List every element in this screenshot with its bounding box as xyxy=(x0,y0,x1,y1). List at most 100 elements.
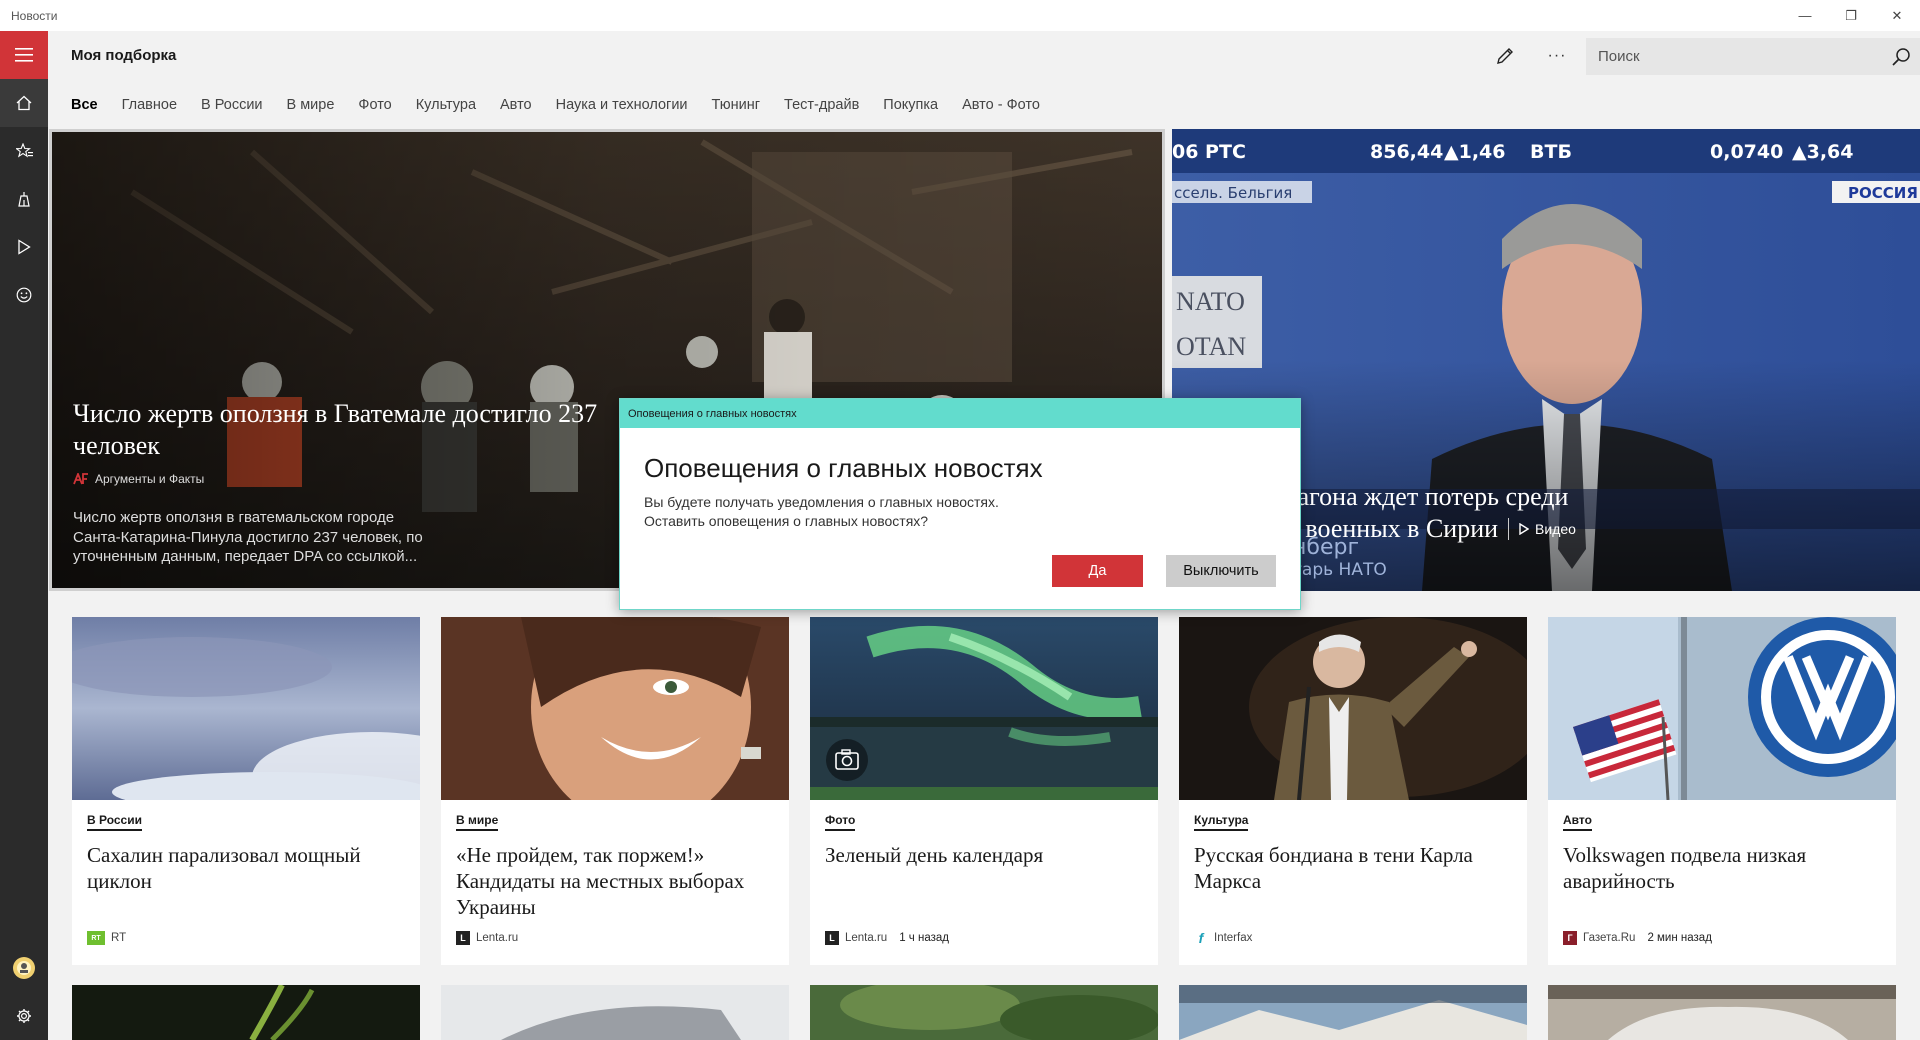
card-title: Сахалин парализовал мощный циклон xyxy=(87,843,361,893)
card-image-partial xyxy=(810,985,1158,1040)
minimize-button[interactable]: — xyxy=(1782,0,1828,31)
card-image-partial xyxy=(1179,985,1527,1040)
card-title: Зеленый день календаря xyxy=(825,843,1044,867)
hero-left-source-name: Аргументы и Факты xyxy=(95,472,205,486)
search-box xyxy=(1586,38,1920,75)
card-category[interactable]: В России xyxy=(87,813,142,831)
hero-right-title-row: их военных в Сирии Видео xyxy=(1272,513,1576,545)
ticker-name2: ВТБ xyxy=(1530,141,1572,163)
interfax-logo-icon: f xyxy=(1198,930,1204,946)
card-source: Lenta.ru xyxy=(476,932,519,944)
yes-button[interactable]: Да xyxy=(1052,555,1143,587)
aif-logo-icon xyxy=(73,473,88,485)
news-card[interactable]: В мире «Не пройдем, так поржем!» Кандида… xyxy=(441,617,789,965)
card-thumbnail xyxy=(810,617,1158,800)
rt-logo-icon: RT xyxy=(87,931,105,945)
camera-icon xyxy=(826,739,868,781)
card-meta: f Interfax xyxy=(1194,930,1253,946)
card-category[interactable]: Авто xyxy=(1563,813,1592,831)
local-icon xyxy=(18,192,30,207)
tab-science[interactable]: Наука и технологии xyxy=(556,97,688,113)
tab-auto-photo[interactable]: Авто - Фото xyxy=(962,97,1040,113)
card-category[interactable]: Культура xyxy=(1194,813,1249,831)
title-bar: Новости — ❐ ✕ xyxy=(0,0,1920,31)
card-time: 2 мин назад xyxy=(1647,932,1712,944)
nav-video[interactable] xyxy=(0,223,48,271)
turn-off-button[interactable]: Выключить xyxy=(1166,555,1276,587)
card-image-volkswagen xyxy=(1548,617,1896,800)
tab-main[interactable]: Главное xyxy=(122,97,177,113)
dialog-message-line1: Вы будете получать уведомления о главных… xyxy=(644,494,999,510)
tab-photo[interactable]: Фото xyxy=(358,97,391,113)
settings-button[interactable] xyxy=(0,992,48,1040)
nav-entertainment[interactable] xyxy=(0,271,48,319)
card-meta: Г Газета.Ru 2 мин назад xyxy=(1563,931,1712,945)
news-card-partial[interactable] xyxy=(1179,985,1527,1040)
lectern-line2: OTAN xyxy=(1176,332,1247,361)
tab-russia[interactable]: В России xyxy=(201,97,263,113)
card-meta: L Lenta.ru xyxy=(456,931,518,945)
window-title: Новости xyxy=(11,8,58,23)
hero-right-time: азад xyxy=(1272,551,1576,565)
nav-rail xyxy=(0,31,48,1040)
nav-home[interactable] xyxy=(0,79,48,127)
news-card[interactable]: Авто Volkswagen подвела низкая аварийнос… xyxy=(1548,617,1896,965)
card-title: «Не пройдем, так поржем!» Кандидаты на м… xyxy=(456,843,745,919)
video-label: Видео xyxy=(1535,521,1576,537)
play-icon xyxy=(1519,523,1530,535)
hero-right-title-1: нтагона ждет потерь среди xyxy=(1272,482,1569,511)
tab-world[interactable]: В мире xyxy=(287,97,335,113)
card-title: Volkswagen подвела низкая аварийность xyxy=(1563,843,1807,893)
dialog-heading: Оповещения о главных новостях xyxy=(644,453,1043,483)
ticker-value2: 0,0740 xyxy=(1710,141,1784,163)
favorites-icon xyxy=(15,143,33,158)
card-source: RT xyxy=(111,932,127,944)
edit-button[interactable] xyxy=(1490,41,1520,71)
card-source: Interfax xyxy=(1214,932,1253,944)
nav-local[interactable] xyxy=(0,175,48,223)
hero-right-title-2: их военных в Сирии xyxy=(1272,514,1499,543)
card-image-sky xyxy=(72,617,420,800)
ticker-value1: 856,44 xyxy=(1370,141,1444,163)
tv-location: ссель. Бельгия xyxy=(1174,184,1293,202)
tab-tuning[interactable]: Тюнинг xyxy=(712,97,761,113)
news-card-partial[interactable] xyxy=(441,985,789,1040)
news-card-partial[interactable] xyxy=(72,985,420,1040)
search-input[interactable] xyxy=(1586,38,1882,75)
tab-test-drive[interactable]: Тест-драйв xyxy=(784,97,859,113)
tab-culture[interactable]: Культура xyxy=(416,97,476,113)
news-card-partial[interactable] xyxy=(1548,985,1896,1040)
pencil-icon xyxy=(1497,48,1513,64)
search-button[interactable] xyxy=(1882,38,1920,75)
news-card[interactable]: В России Сахалин парализовал мощный цикл… xyxy=(72,617,420,965)
card-thumbnail xyxy=(1179,617,1527,800)
nav-interests[interactable] xyxy=(0,127,48,175)
card-time: 1 ч назад xyxy=(899,932,949,944)
lenta-logo-icon: L xyxy=(456,931,470,945)
tv-channel: РОССИЯ xyxy=(1848,184,1918,202)
card-meta: RT RT xyxy=(87,931,126,945)
news-card-partial[interactable] xyxy=(810,985,1158,1040)
more-button[interactable]: ··· xyxy=(1542,41,1572,71)
close-button[interactable]: ✕ xyxy=(1874,0,1920,31)
news-card[interactable]: Культура Русская бондиана в тени Карла М… xyxy=(1179,617,1527,965)
restore-button[interactable]: ❐ xyxy=(1828,0,1874,31)
hamburger-button[interactable] xyxy=(0,31,48,79)
card-category[interactable]: Фото xyxy=(825,813,856,831)
card-image-partial xyxy=(1548,985,1896,1040)
hero-left-summary: Число жертв оползня в гватемальском горо… xyxy=(73,509,423,565)
page-title: Моя подборка xyxy=(71,47,177,64)
news-card[interactable]: Фото Зеленый день календаря L Lenta.ru 1… xyxy=(810,617,1158,965)
card-image-partial xyxy=(72,985,420,1040)
card-image-portrait xyxy=(441,617,789,800)
smiley-icon xyxy=(16,287,32,303)
card-category[interactable]: В мире xyxy=(456,813,499,831)
tab-auto[interactable]: Авто xyxy=(500,97,532,113)
tab-purchase[interactable]: Покупка xyxy=(883,97,938,113)
gazeta-logo-icon: Г xyxy=(1563,931,1577,945)
home-icon xyxy=(16,95,32,111)
tab-all[interactable]: Все xyxy=(71,97,98,113)
card-thumbnail xyxy=(441,617,789,800)
account-button[interactable] xyxy=(0,944,48,992)
hero-left-source: Аргументы и Факты xyxy=(73,472,633,486)
